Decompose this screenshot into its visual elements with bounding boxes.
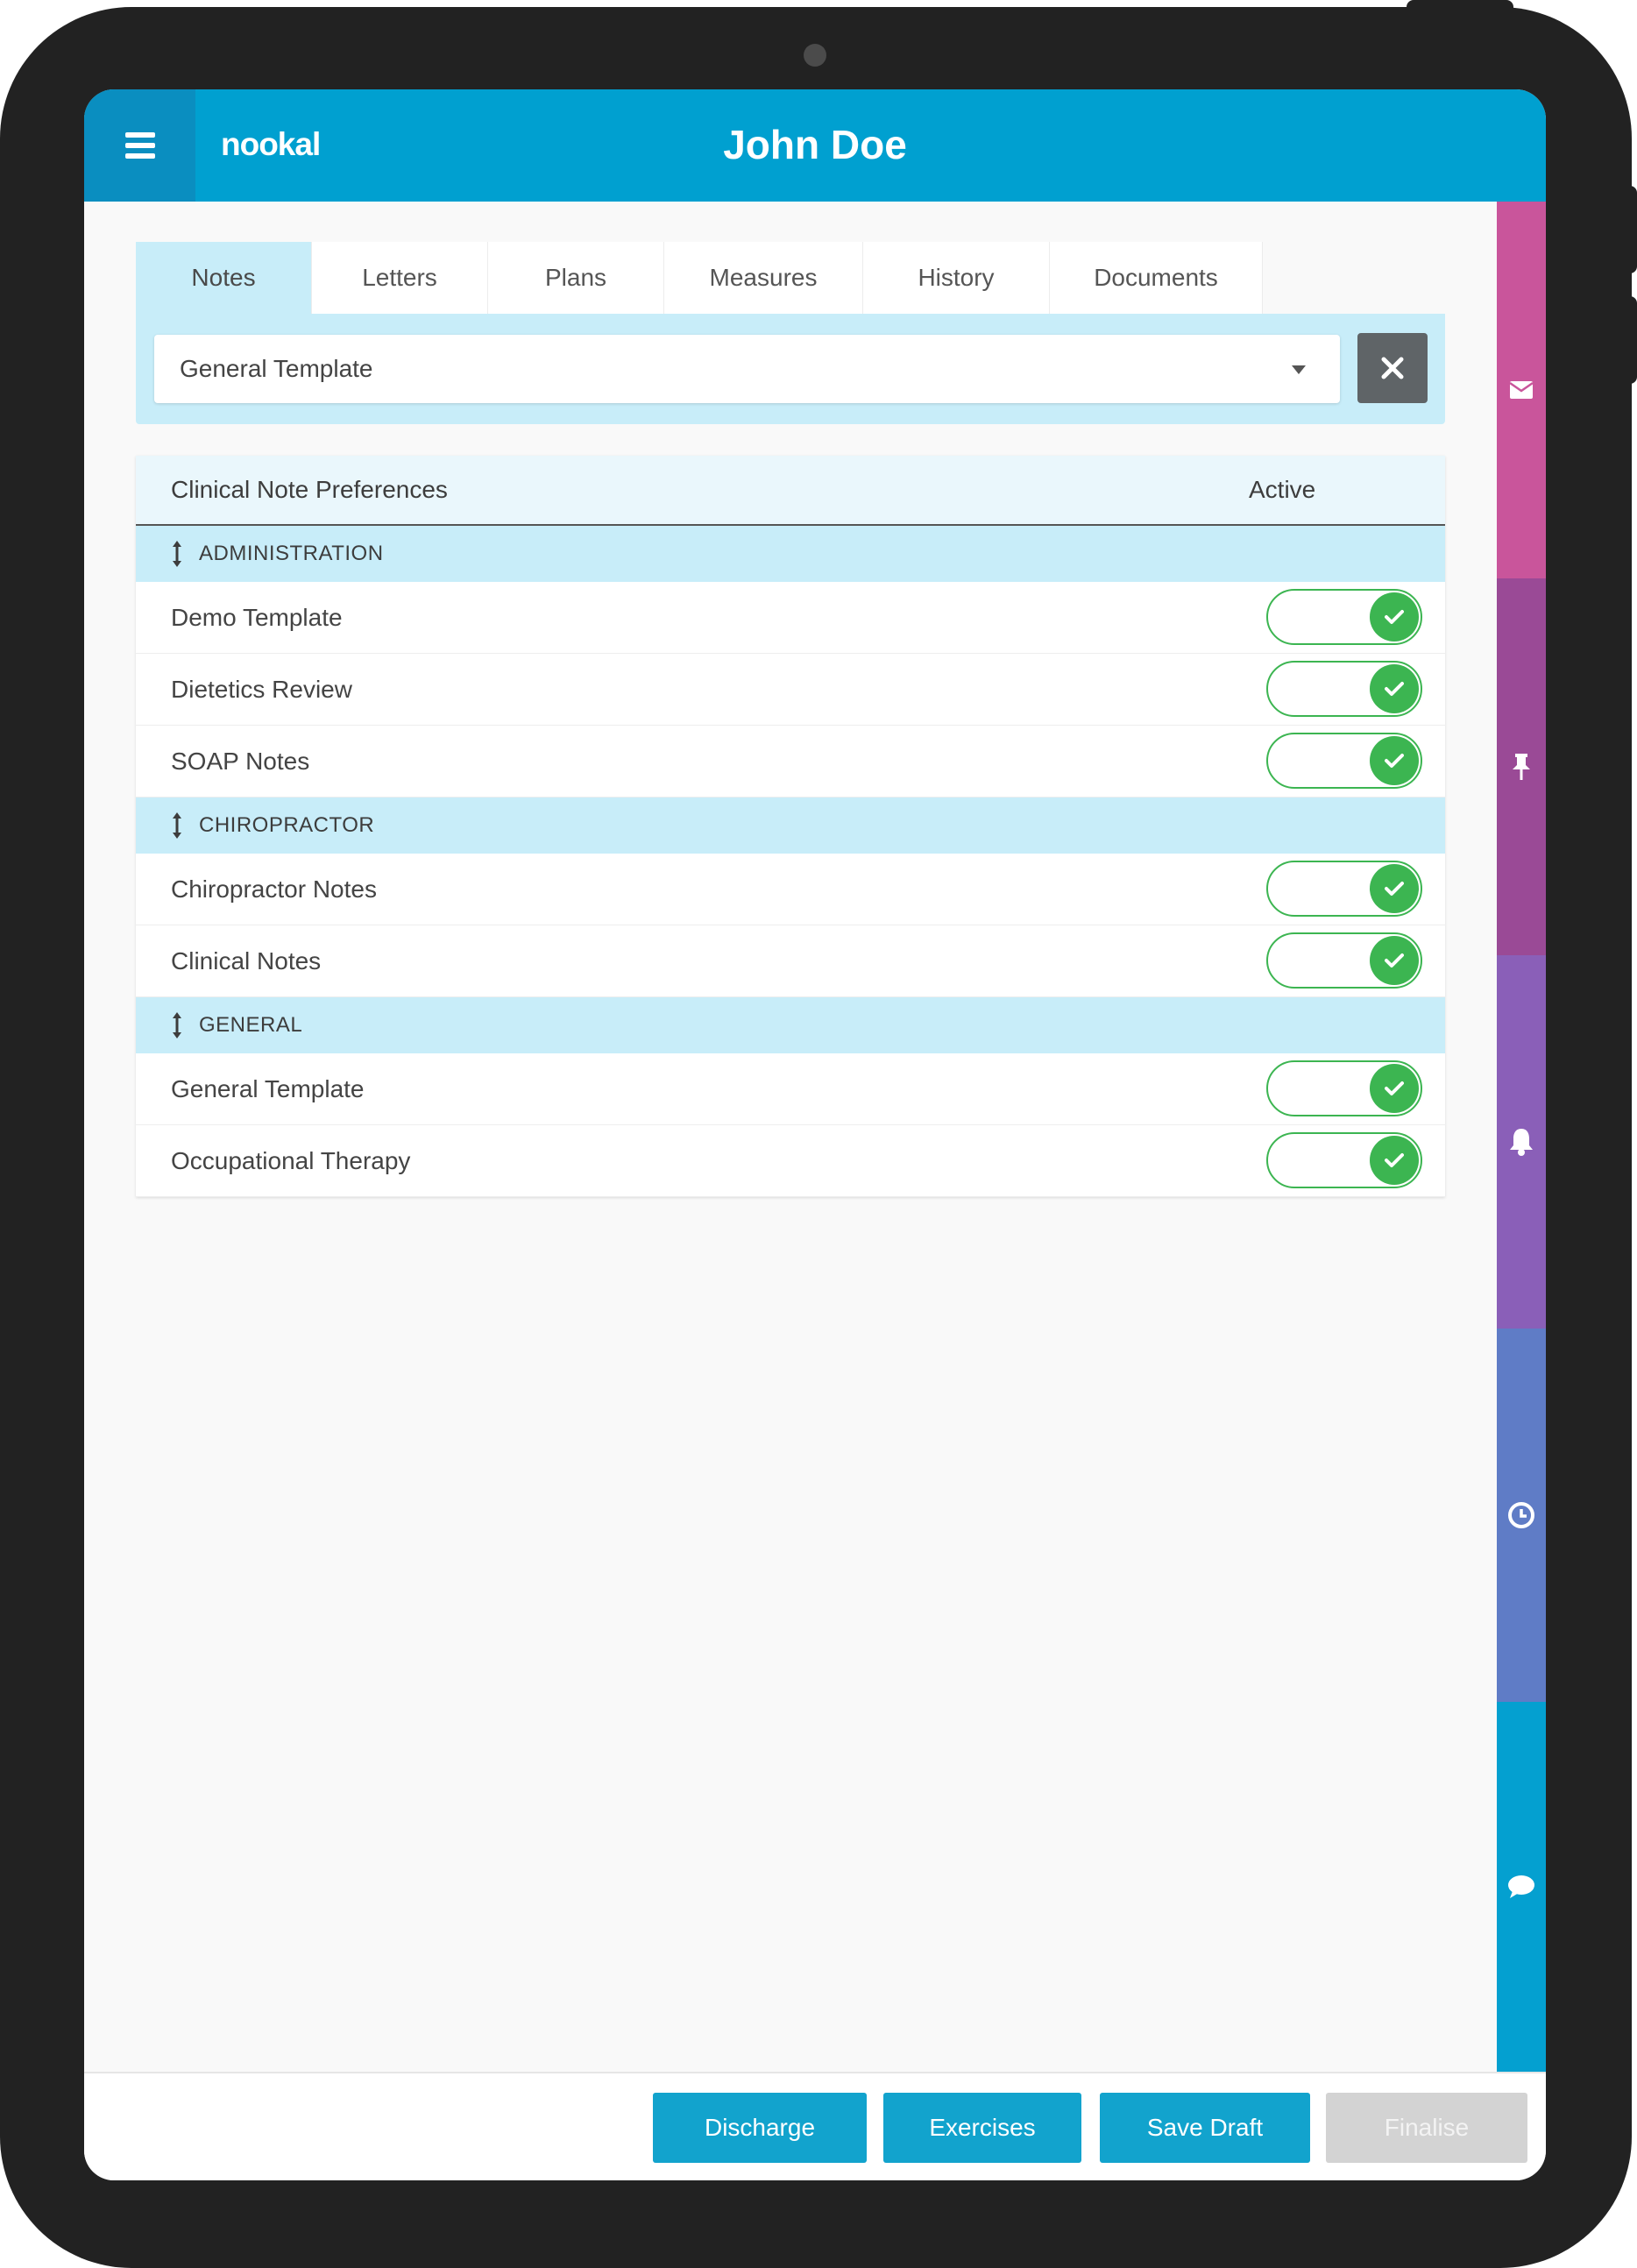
toggle-knob [1370,864,1419,913]
finalise-button: Finalise [1326,2093,1527,2163]
toggle-knob [1370,1136,1419,1185]
pin-icon [1513,754,1530,780]
template-select[interactable]: General Template [154,335,1340,403]
check-icon [1385,682,1404,696]
rail-history[interactable] [1497,1329,1546,1702]
row-label: Clinical Notes [171,947,322,975]
drag-handle-icon[interactable] [171,812,183,840]
group-header[interactable]: GENERAL [136,997,1445,1053]
preferences-table: Clinical Note Preferences Active ADMINIS… [136,456,1445,1197]
check-icon [1385,882,1404,896]
rail-messages[interactable] [1497,202,1546,578]
active-toggle[interactable] [1266,861,1422,917]
rail-chat[interactable] [1497,1702,1546,2072]
app-header: John Doe nookal [84,89,1546,202]
table-header-title: Clinical Note Preferences [171,476,448,503]
camera [804,44,826,67]
row-label: Chiropractor Notes [171,875,377,903]
tab-measures[interactable]: Measures [664,242,863,314]
check-icon [1385,1153,1404,1167]
rail-notifications[interactable] [1497,955,1546,1329]
chat-icon [1508,1875,1534,1898]
toggle-knob [1370,664,1419,713]
bell-icon [1510,1129,1533,1156]
row-label: Occupational Therapy [171,1147,411,1174]
active-toggle[interactable] [1266,733,1422,789]
close-button[interactable] [1357,333,1428,403]
table-header: Clinical Note Preferences Active [136,456,1445,526]
toggle-knob [1370,736,1419,785]
active-toggle[interactable] [1266,1132,1422,1188]
row-label: Dietetics Review [171,676,352,703]
template-bar: General Template [136,314,1445,424]
tab-bar: Notes Letters Plans Measures History Doc… [136,242,1263,314]
clock-icon [1508,1502,1534,1528]
table-row: Dietetics Review [136,654,1445,726]
toggle-knob [1370,936,1419,985]
table-row: SOAP Notes [136,726,1445,797]
envelope-icon [1509,381,1534,399]
tab-documents[interactable]: Documents [1050,242,1263,314]
tab-plans[interactable]: Plans [488,242,664,314]
toggle-knob [1370,592,1419,641]
active-toggle[interactable] [1266,932,1422,989]
row-label: Demo Template [171,604,343,631]
caret-down-icon [1292,365,1306,374]
check-icon [1385,953,1404,967]
side-rail [1497,202,1546,2072]
tab-notes[interactable]: Notes [136,242,312,314]
group-label: GENERAL [199,1013,303,1037]
volume-down-button [1617,296,1637,384]
group-header[interactable]: CHIROPRACTOR [136,797,1445,854]
action-footer: Discharge Exercises Save Draft Finalise [84,2072,1546,2180]
table-row: Demo Template [136,582,1445,654]
app-screen: John Doe nookal Notes Letters Plans Meas… [84,89,1546,2180]
group-label: CHIROPRACTOR [199,813,375,837]
table-row: Occupational Therapy [136,1125,1445,1197]
rail-pinned[interactable] [1497,578,1546,955]
discharge-button[interactable]: Discharge [653,2093,867,2163]
table-row: Clinical Notes [136,925,1445,997]
group-header[interactable]: ADMINISTRATION [136,526,1445,582]
row-label: SOAP Notes [171,748,310,775]
drag-handle-icon[interactable] [171,540,183,568]
check-icon [1385,1081,1404,1095]
nookal-logo[interactable]: nookal [221,123,321,167]
exercises-button[interactable]: Exercises [883,2093,1081,2163]
tab-history[interactable]: History [863,242,1050,314]
template-select-value: General Template [180,355,373,382]
toggle-knob [1370,1064,1419,1113]
table-row: General Template [136,1053,1445,1125]
close-icon [1381,357,1404,379]
check-icon [1385,610,1404,624]
active-toggle[interactable] [1266,661,1422,717]
save-draft-button[interactable]: Save Draft [1100,2093,1310,2163]
table-header-active: Active [1249,476,1316,503]
group-label: ADMINISTRATION [199,542,384,565]
volume-up-button [1617,186,1637,273]
table-row: Chiropractor Notes [136,854,1445,925]
power-button [1407,0,1513,26]
drag-handle-icon[interactable] [171,1011,183,1039]
tab-letters[interactable]: Letters [312,242,488,314]
row-label: General Template [171,1075,365,1102]
active-toggle[interactable] [1266,1060,1422,1116]
active-toggle[interactable] [1266,589,1422,645]
check-icon [1385,754,1404,768]
